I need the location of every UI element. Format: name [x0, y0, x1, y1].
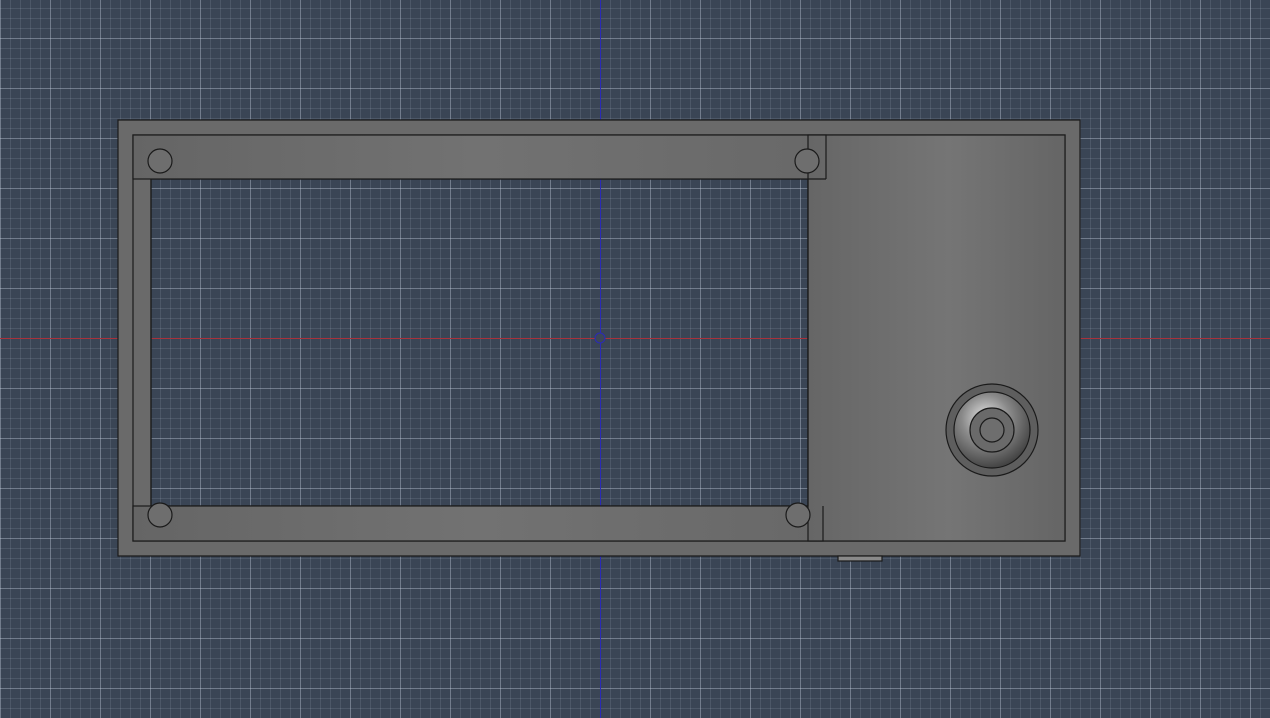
bottom-rail[interactable] [132, 505, 824, 542]
mounting-hole[interactable] [785, 502, 811, 528]
side-panel[interactable] [807, 134, 1066, 542]
cad-viewport[interactable] [0, 0, 1270, 718]
origin-marker[interactable] [594, 332, 606, 344]
model-canvas[interactable] [0, 0, 1270, 718]
mounting-hole[interactable] [147, 502, 173, 528]
button-boss-hole [979, 417, 1005, 443]
mounting-hole[interactable] [147, 148, 173, 174]
top-rail[interactable] [132, 134, 827, 180]
bottom-tab[interactable] [837, 555, 883, 562]
mounting-hole[interactable] [794, 148, 820, 174]
